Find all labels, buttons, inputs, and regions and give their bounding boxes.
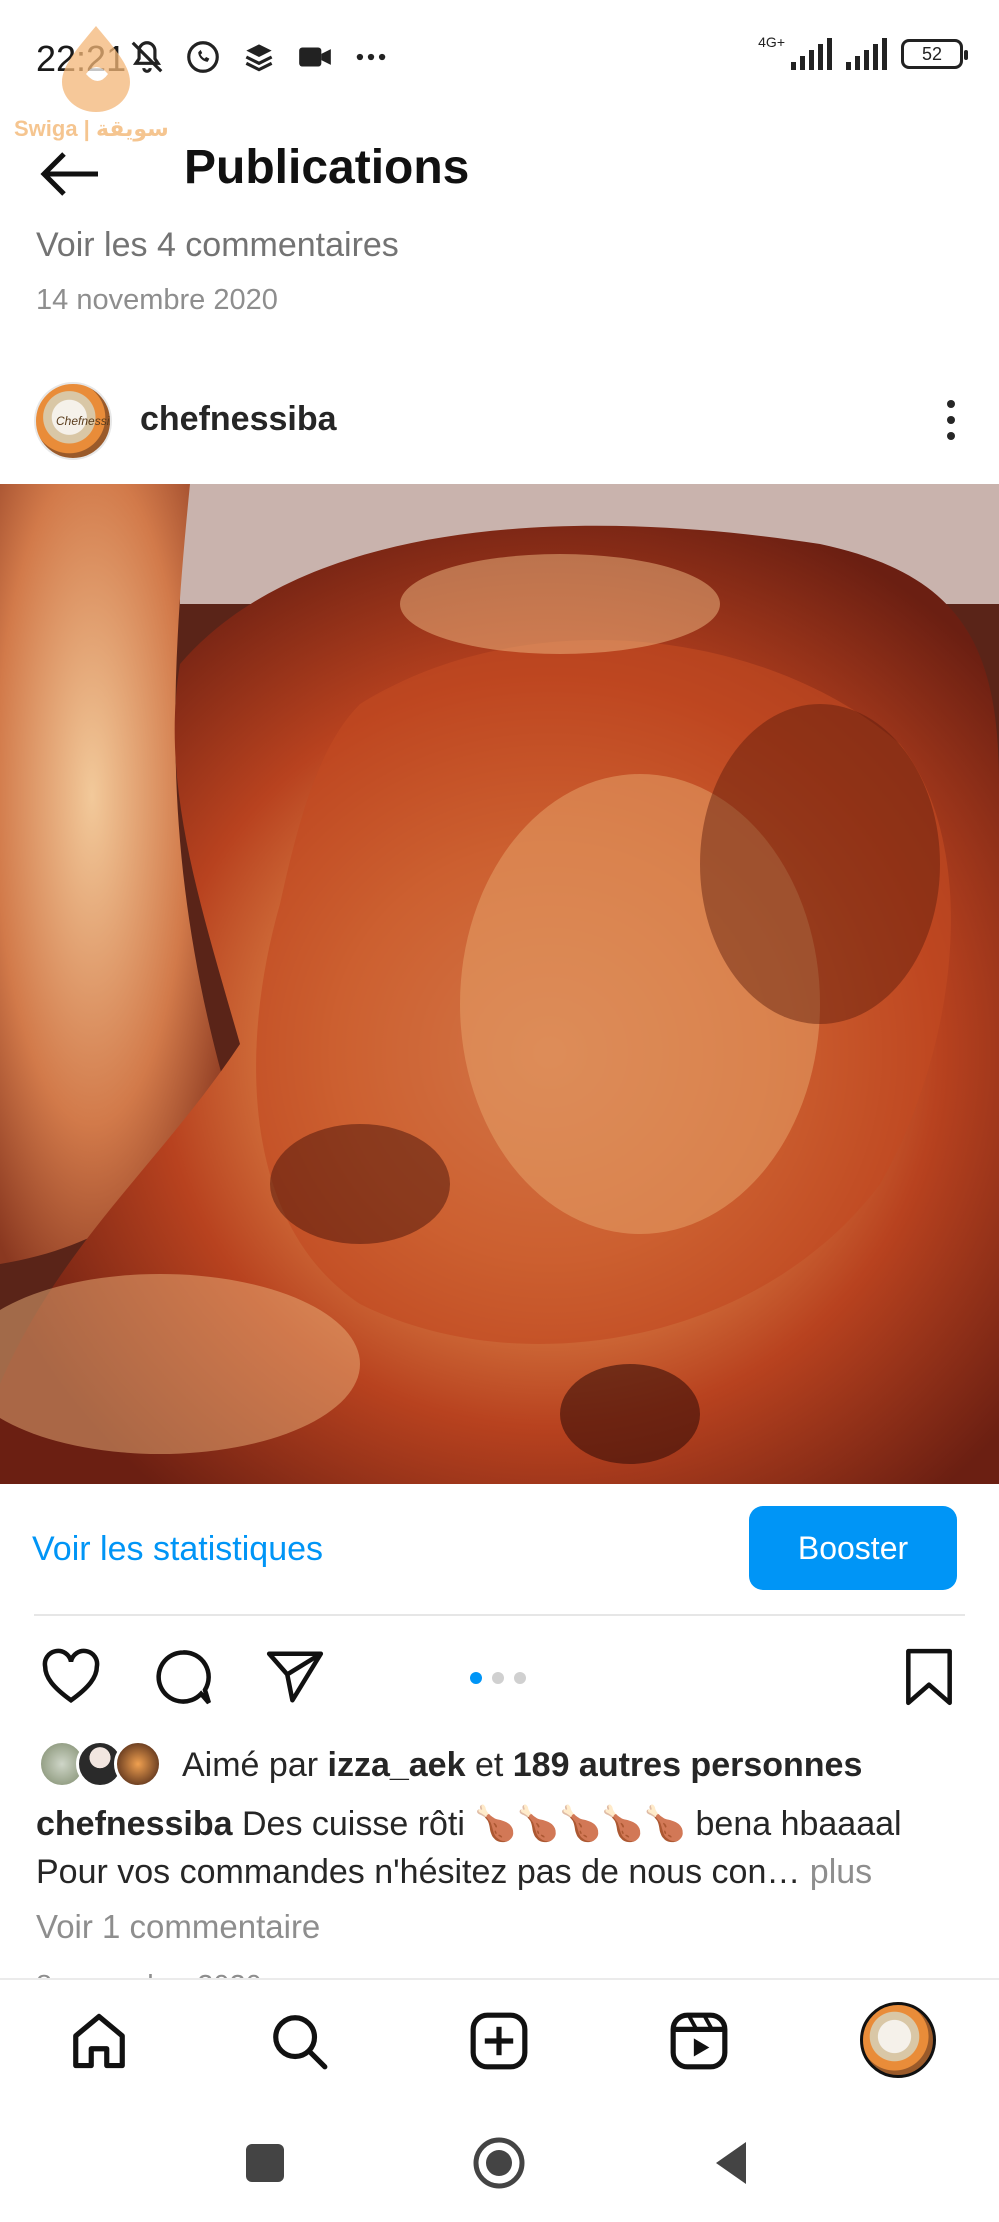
previous-post-date: 14 novembre 2020 [36, 284, 278, 316]
back-button-icon[interactable] [706, 2136, 760, 2190]
likes-others[interactable]: 189 autres personnes [513, 1746, 863, 1784]
post-caption: chefnessiba Des cuisse rôti 🍗🍗🍗🍗🍗 bena h… [36, 1800, 966, 1896]
carousel-dot-active [470, 1672, 482, 1684]
likes-row[interactable]: Aimé par izza_aek et 189 autres personne… [38, 1740, 978, 1790]
boost-button[interactable]: Booster [749, 1506, 957, 1590]
bottom-navigation [0, 1978, 999, 2102]
system-navigation [0, 2102, 999, 2222]
app-header: Publications [0, 120, 999, 230]
home-button-icon[interactable] [472, 2136, 526, 2190]
carousel-dot [514, 1672, 526, 1684]
view-comments-link[interactable]: Voir 1 commentaire [36, 1908, 320, 1946]
video-camera-icon [299, 47, 331, 67]
liker-avatar [114, 1740, 162, 1788]
heart-icon[interactable] [40, 1646, 102, 1708]
roast-chicken-image [0, 484, 999, 1484]
recent-apps-icon[interactable] [238, 2136, 292, 2190]
avatar[interactable]: Chefnessiba [34, 382, 112, 460]
swiga-logo-icon [62, 26, 130, 112]
signal-icon [791, 38, 832, 70]
back-arrow-icon[interactable] [38, 144, 102, 204]
liker-username[interactable]: izza_aek [328, 1746, 466, 1784]
status-right: 4G+ 52 [758, 34, 968, 70]
likes-prefix: Aimé par [182, 1746, 328, 1784]
avatar-logo-text: Chefnessiba [56, 414, 110, 428]
reels-icon[interactable] [668, 2010, 730, 2072]
liker-avatars [38, 1740, 168, 1788]
create-icon[interactable] [468, 2010, 530, 2072]
caption-line-2: Pour vos commandes n'hésitez pas de nous… [36, 1848, 966, 1896]
divider [34, 1614, 965, 1616]
likes-middle: et [465, 1746, 513, 1784]
layers-icon [245, 44, 273, 72]
post-actions [0, 1620, 999, 1730]
carousel-indicator [470, 1672, 526, 1684]
caption-text-1: Des cuisse rôti 🍗🍗🍗🍗🍗 bena hbaaaal [232, 1805, 902, 1843]
share-icon[interactable] [264, 1646, 326, 1708]
more-options-icon[interactable] [941, 396, 961, 444]
caption-more-link[interactable]: plus [800, 1853, 872, 1891]
caption-text-2: Pour vos commandes n'hésitez pas de nous… [36, 1853, 801, 1891]
caption-username[interactable]: chefnessiba [36, 1805, 233, 1843]
battery-level: 52 [921, 43, 943, 64]
post-header: Chefnessiba chefnessiba [0, 360, 999, 480]
network-type: 4G+ [758, 34, 785, 50]
battery-icon: 52 [901, 39, 968, 69]
search-icon[interactable] [268, 2010, 330, 2072]
post-username[interactable]: chefnessiba [140, 400, 337, 439]
profile-avatar[interactable] [860, 2002, 936, 2078]
page-title: Publications [184, 141, 470, 194]
more-dots-icon [356, 53, 386, 61]
view-insights-link[interactable]: Voir les statistiques [32, 1530, 323, 1569]
post-stats-row: Voir les statistiques Booster [0, 1484, 999, 1614]
whatsapp-icon [187, 41, 219, 73]
carousel-dot [492, 1672, 504, 1684]
signal-icon-2 [846, 38, 887, 70]
comment-icon[interactable] [152, 1646, 214, 1708]
caption-line-1: chefnessiba Des cuisse rôti 🍗🍗🍗🍗🍗 bena h… [36, 1800, 966, 1848]
previous-post-comments-link[interactable]: Voir les 4 commentaires [36, 226, 399, 265]
post-photo[interactable] [0, 484, 999, 1484]
home-icon[interactable] [68, 2010, 130, 2072]
bookmark-icon[interactable] [898, 1646, 960, 1708]
likes-text: Aimé par izza_aek et 189 autres personne… [182, 1746, 862, 1785]
